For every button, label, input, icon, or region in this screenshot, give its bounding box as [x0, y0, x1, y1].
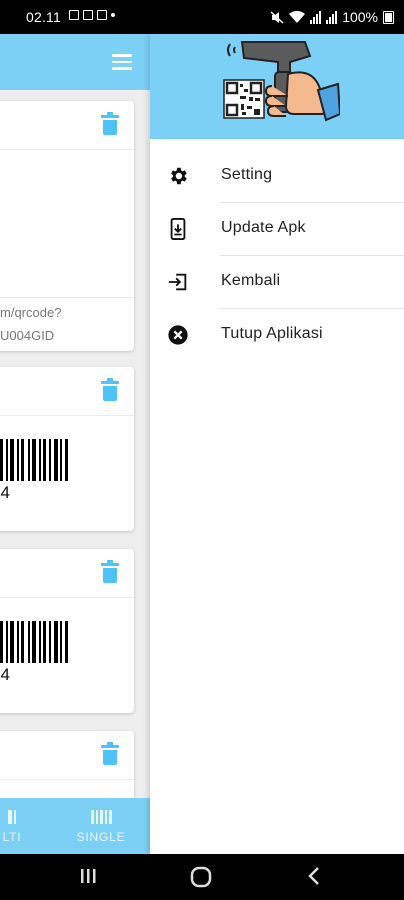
system-navigation-bar [0, 854, 404, 900]
wifi-icon [289, 10, 306, 23]
notification-icons [69, 10, 115, 20]
home-icon[interactable] [190, 866, 212, 888]
drawer-item-label: Kembali [221, 272, 281, 289]
drawer-item-update-apk[interactable]: Update Apk [150, 203, 404, 256]
exit-icon [168, 273, 187, 291]
mute-icon [270, 10, 284, 24]
clock: 02.11 [26, 9, 61, 25]
drawer-item-label: Tutup Aplikasi [221, 325, 323, 342]
drawer-item-label: Update Apk [221, 219, 306, 236]
signal-2-icon [326, 10, 338, 24]
status-bar: 02.11 100% [0, 0, 404, 34]
more-notifications-icon [111, 13, 115, 17]
drawer-scrim[interactable] [0, 34, 150, 854]
drawer-item-kembali[interactable]: Kembali [150, 256, 404, 309]
back-icon[interactable] [305, 866, 325, 886]
mail-notification-icon [83, 10, 93, 20]
drawer-header [150, 34, 404, 139]
system-icons: 100% [270, 9, 394, 25]
gear-icon [171, 167, 187, 185]
battery-icon [383, 10, 394, 24]
drawer-item-setting[interactable]: Setting [150, 150, 404, 203]
phone-download-icon [170, 218, 186, 240]
navigation-drawer: Setting Update Apk Kembali Tutup Aplikas… [150, 34, 404, 854]
scanner-logo [223, 41, 340, 122]
close-circle-icon [168, 325, 188, 345]
drawer-item-label: Setting [221, 166, 273, 183]
image-notification-icon [69, 10, 79, 20]
drawer-item-tutup-aplikasi[interactable]: Tutup Aplikasi [150, 309, 404, 362]
battery-percent: 100% [342, 9, 378, 25]
signal-icon [310, 10, 322, 24]
media-notification-icon [97, 10, 107, 20]
recent-apps-icon[interactable] [78, 866, 98, 886]
